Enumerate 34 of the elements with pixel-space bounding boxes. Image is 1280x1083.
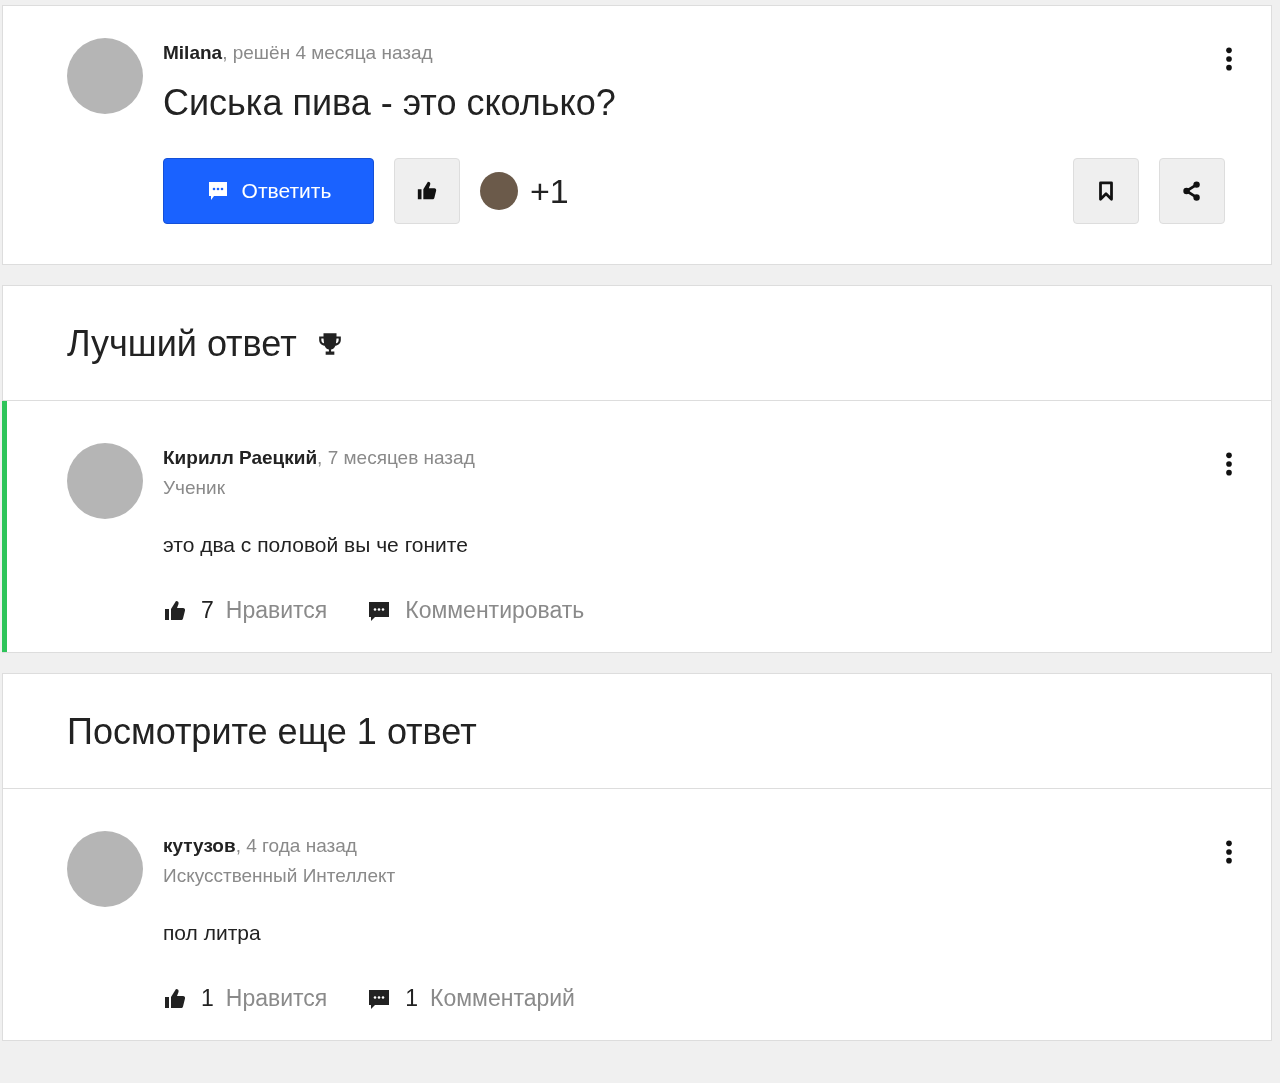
share-icon xyxy=(1181,180,1203,202)
comment-count: 1 xyxy=(405,985,419,1012)
author-name[interactable]: Milana xyxy=(163,42,223,63)
trophy-icon xyxy=(316,331,343,357)
thumbs-up-icon[interactable] xyxy=(163,986,187,1011)
more-options-icon[interactable] xyxy=(1225,46,1233,72)
author-name[interactable]: кутузов xyxy=(163,835,236,856)
user-rank: Ученик xyxy=(163,476,226,500)
post-time: , 7 месяцев назад xyxy=(317,447,475,468)
post-time: , 4 года назад xyxy=(235,835,357,856)
like-count: 7 xyxy=(201,597,214,624)
thumbs-up-icon xyxy=(416,180,438,202)
liker-avatar xyxy=(480,172,518,210)
comment-link[interactable]: Комментировать xyxy=(405,597,585,624)
answer-text: это два с половой вы че гоните xyxy=(163,533,469,557)
more-options-icon[interactable] xyxy=(1225,839,1233,865)
author-name[interactable]: Кирилл Раецкий xyxy=(163,447,318,468)
likers-count: +1 xyxy=(530,171,569,211)
reply-button[interactable]: Ответить xyxy=(163,158,374,224)
thumbs-up-icon[interactable] xyxy=(163,598,187,623)
bookmark-button[interactable] xyxy=(1073,158,1139,224)
section-title: Посмотрите еще 1 ответ xyxy=(67,710,477,754)
post-time: , решён 4 месяца назад xyxy=(222,42,433,63)
more-options-icon[interactable] xyxy=(1225,451,1233,477)
answer-text: пол литра xyxy=(163,921,262,945)
like-link[interactable]: Нравится xyxy=(225,597,328,624)
question-title: Сиська пива - это сколько? xyxy=(163,82,617,124)
comment-link[interactable]: Комментарий xyxy=(430,985,575,1012)
like-link[interactable]: Нравится xyxy=(225,985,328,1012)
like-count: 1 xyxy=(201,985,214,1012)
user-rank: Искусственный Интеллект xyxy=(163,864,397,888)
section-title: Лучший ответ xyxy=(67,322,297,366)
like-button[interactable] xyxy=(394,158,460,224)
share-button[interactable] xyxy=(1159,158,1225,224)
